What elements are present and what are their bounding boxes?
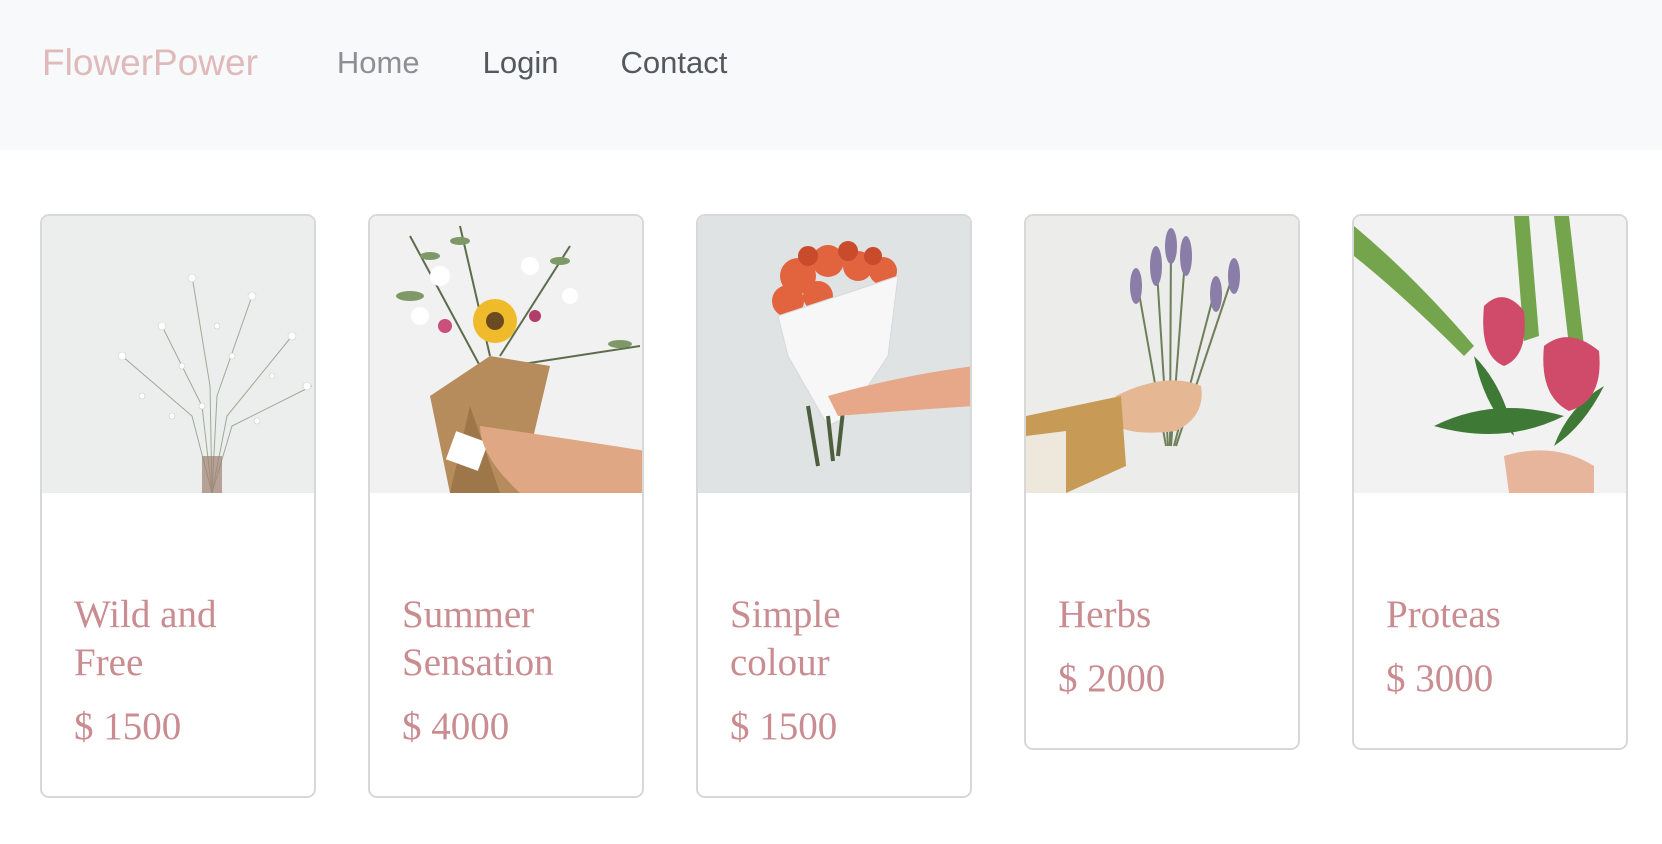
product-image	[1354, 216, 1626, 493]
product-title: Proteas	[1386, 593, 1501, 636]
product-image	[1026, 216, 1298, 493]
product-card[interactable]: Summer Sensation $ 4000	[368, 214, 644, 798]
product-card[interactable]: Simple colour $ 1500	[696, 214, 972, 798]
product-image	[42, 216, 314, 493]
product-card[interactable]: Proteas $ 3000	[1352, 214, 1628, 750]
product-price: $ 2000	[1058, 657, 1166, 700]
product-card-body: Summer Sensation $ 4000	[370, 493, 642, 751]
product-card-body: Herbs $ 2000	[1026, 493, 1298, 703]
navbar: FlowerPower Home Login Contact	[0, 0, 1662, 150]
nav-link-login[interactable]: Login	[483, 40, 559, 86]
product-price: $ 3000	[1386, 657, 1494, 700]
nav-link-home[interactable]: Home	[337, 40, 420, 86]
product-title: Wild and Free	[74, 593, 217, 684]
product-card[interactable]: Wild and Free $ 1500	[40, 214, 316, 798]
product-title: Summer Sensation	[402, 593, 554, 684]
product-title: Herbs	[1058, 593, 1152, 636]
product-title: Simple colour	[730, 593, 841, 684]
product-price: $ 1500	[730, 705, 838, 748]
product-image	[370, 216, 642, 493]
nav-links: Home Login Contact	[258, 0, 727, 86]
product-card-body: Simple colour $ 1500	[698, 493, 970, 751]
product-price: $ 4000	[402, 705, 510, 748]
brand-logo[interactable]: FlowerPower	[42, 39, 258, 87]
nav-link-contact[interactable]: Contact	[620, 40, 727, 86]
product-card-body: Proteas $ 3000	[1354, 493, 1626, 703]
product-grid: Wild and Free $ 1500 Summer Sensation $ …	[0, 150, 1662, 844]
product-image	[698, 216, 970, 493]
product-price: $ 1500	[74, 705, 182, 748]
product-card[interactable]: Herbs $ 2000	[1024, 214, 1300, 750]
product-card-body: Wild and Free $ 1500	[42, 493, 314, 751]
